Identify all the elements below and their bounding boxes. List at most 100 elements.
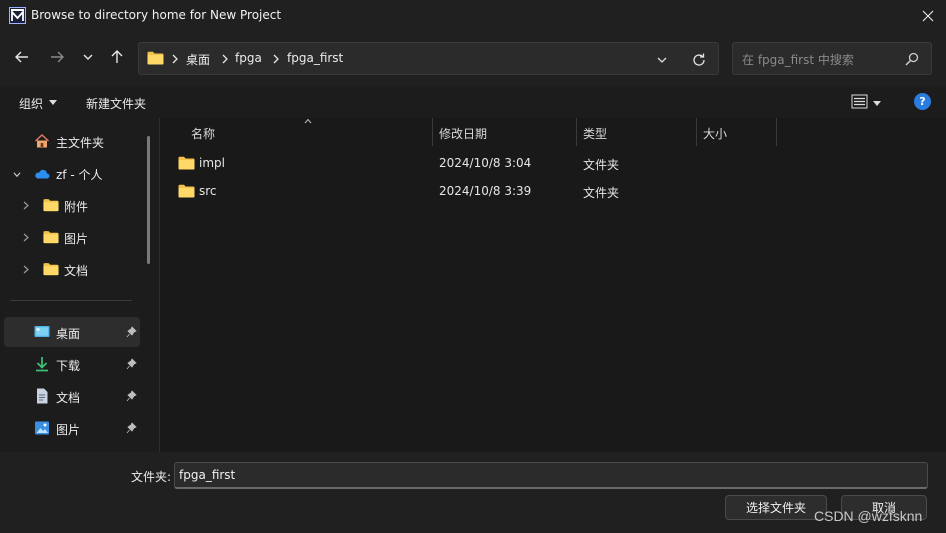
view-options-button[interactable] <box>849 93 889 111</box>
close-button[interactable] <box>910 0 946 32</box>
file-list: 名称 修改日期 类型 大小 impl 2024/10/8 3:04 文件夹 sr… <box>160 118 946 452</box>
onedrive-icon <box>35 169 50 179</box>
picture-icon <box>35 421 49 435</box>
window-title: Browse to directory home for New Project <box>31 8 282 22</box>
pin-icon[interactable] <box>126 422 137 434</box>
pin-icon[interactable] <box>126 390 137 402</box>
breadcrumb-separator-icon <box>222 54 228 64</box>
arrow-up-icon <box>111 50 123 63</box>
chevron-down-icon <box>49 100 58 105</box>
sidebar-item-attachments[interactable]: 附件 <box>0 190 140 220</box>
close-icon <box>922 10 934 22</box>
recent-locations-button[interactable] <box>77 46 99 68</box>
chevron-down-icon <box>83 54 93 60</box>
command-bar: 组织 新建文件夹 <box>0 86 946 118</box>
folder-icon <box>178 184 195 198</box>
file-modified: 2024/10/8 3:39 <box>439 184 532 198</box>
dialog-footer: 文件夹: 选择文件夹 取消 CSDN @wzfsknn <box>0 452 946 533</box>
navigation-bar: 桌面 fpga fpga_first 在 fpga_first 中搜索 <box>0 32 946 86</box>
pin-icon[interactable] <box>126 358 137 370</box>
organize-label: 组织 <box>19 97 44 111</box>
sidebar-item-documents-onedrive[interactable]: 文档 <box>0 254 140 284</box>
search-placeholder: 在 fpga_first 中搜索 <box>742 53 854 67</box>
chevron-down-icon <box>873 101 881 106</box>
chevron-right-icon <box>23 201 29 210</box>
sidebar-item-desktop[interactable]: 桌面 <box>4 317 140 347</box>
file-name: impl <box>199 156 225 170</box>
column-separator[interactable] <box>432 118 433 146</box>
chevron-right-icon <box>23 265 29 274</box>
sidebar-item-label: 图片 <box>56 423 81 437</box>
search-box[interactable]: 在 fpga_first 中搜索 <box>732 42 932 75</box>
file-name: src <box>199 184 217 198</box>
sidebar-item-label: zf - 个人 <box>56 168 103 182</box>
sidebar-item-label: 图片 <box>64 232 89 246</box>
folder-icon <box>43 199 59 212</box>
up-button[interactable] <box>106 46 128 68</box>
arrow-right-icon <box>51 51 64 63</box>
document-icon <box>37 388 48 404</box>
organize-button[interactable]: 组织 <box>19 95 58 112</box>
column-header-type[interactable]: 类型 <box>583 125 607 142</box>
folder-icon <box>43 263 59 276</box>
chevron-down-icon <box>13 172 21 178</box>
file-row[interactable]: src 2024/10/8 3:39 文件夹 <box>160 178 946 206</box>
column-separator[interactable] <box>696 118 697 146</box>
sidebar-item-documents[interactable]: 文档 <box>0 381 140 411</box>
folder-icon <box>178 156 195 170</box>
pin-icon[interactable] <box>126 326 137 338</box>
new-folder-button[interactable]: 新建文件夹 <box>86 95 146 112</box>
breadcrumb-desktop[interactable]: 桌面 <box>186 51 210 68</box>
arrow-left-icon <box>15 51 28 63</box>
column-header-name[interactable]: 名称 <box>191 125 215 142</box>
sidebar-item-label: 下载 <box>56 359 81 373</box>
sidebar-item-label: 主文件夹 <box>56 136 105 150</box>
sidebar-item-onedrive[interactable]: zf - 个人 <box>0 158 140 188</box>
sidebar-item-pictures[interactable]: 图片 <box>0 413 140 443</box>
sidebar-divider <box>10 300 132 301</box>
sidebar-item-label: 桌面 <box>56 327 81 341</box>
back-button[interactable] <box>11 46 33 68</box>
column-separator[interactable] <box>576 118 577 146</box>
home-icon <box>34 133 50 148</box>
folder-field-label: 文件夹: <box>131 470 172 484</box>
column-separator[interactable] <box>776 118 777 146</box>
title-bar: Browse to directory home for New Project <box>0 0 946 32</box>
file-modified: 2024/10/8 3:04 <box>439 156 532 170</box>
watermark: CSDN @wzfsknn <box>814 508 923 524</box>
folder-icon <box>147 51 164 65</box>
help-button[interactable]: ? <box>914 93 931 110</box>
sidebar-item-downloads[interactable]: 下载 <box>0 349 140 379</box>
sidebar-scrollbar[interactable] <box>147 136 150 264</box>
search-icon <box>905 52 919 66</box>
new-folder-label: 新建文件夹 <box>86 97 147 111</box>
navigation-pane: 主文件夹 zf - 个人 附件 图片 文档 桌面 下载 文档 图片 <box>0 118 160 452</box>
column-header-modified[interactable]: 修改日期 <box>439 125 487 142</box>
file-row[interactable]: impl 2024/10/8 3:04 文件夹 <box>160 150 946 178</box>
file-type: 文件夹 <box>583 158 620 172</box>
sort-ascending-icon <box>304 118 312 124</box>
folder-name-input[interactable] <box>174 462 928 489</box>
breadcrumb-separator-icon <box>273 54 279 64</box>
breadcrumb-fpga-first[interactable]: fpga_first <box>287 51 343 65</box>
details-view-icon <box>851 94 868 109</box>
sidebar-item-label: 文档 <box>56 391 81 405</box>
breadcrumb-separator-icon <box>172 54 178 64</box>
folder-icon <box>43 231 59 244</box>
refresh-icon[interactable] <box>690 51 708 69</box>
sidebar-item-pictures-onedrive[interactable]: 图片 <box>0 222 140 252</box>
download-icon <box>36 357 48 372</box>
desktop-icon <box>34 326 50 337</box>
chevron-right-icon <box>23 233 29 242</box>
forward-button[interactable] <box>46 46 68 68</box>
breadcrumb-fpga[interactable]: fpga <box>235 51 262 65</box>
select-folder-button[interactable]: 选择文件夹 <box>725 495 827 520</box>
sidebar-item-home[interactable]: 主文件夹 <box>0 126 140 156</box>
file-type: 文件夹 <box>583 186 620 200</box>
address-bar[interactable]: 桌面 fpga fpga_first <box>138 42 719 75</box>
sidebar-item-label: 附件 <box>64 200 89 214</box>
address-history-chevron-icon[interactable] <box>655 54 669 66</box>
modelsim-icon <box>9 7 26 24</box>
sidebar-item-label: 文档 <box>64 264 89 278</box>
column-header-size[interactable]: 大小 <box>703 125 727 142</box>
